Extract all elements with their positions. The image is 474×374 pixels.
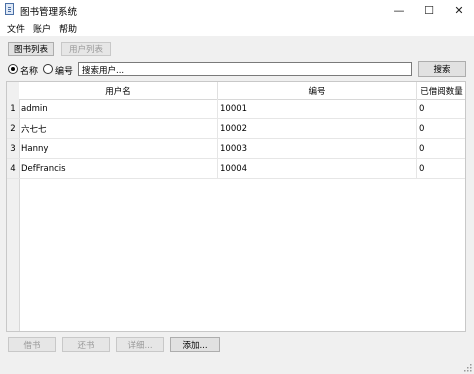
table-row[interactable]: 2 六七七 10002 0 <box>7 119 465 139</box>
column-header-username[interactable]: 用户名 <box>19 82 218 99</box>
cell-username[interactable]: 六七七 <box>19 119 218 139</box>
table-row[interactable]: 4 DefFrancis 10004 0 <box>7 159 465 179</box>
add-button[interactable]: 添加... <box>170 337 220 352</box>
row-number: 2 <box>10 124 16 134</box>
cell-id[interactable]: 10003 <box>218 139 417 159</box>
row-number: 4 <box>10 164 16 174</box>
cell-borrowed[interactable]: 0 <box>417 119 465 139</box>
tab-book-list[interactable]: 图书列表 <box>8 42 54 56</box>
user-table: 用户名 编号 已借阅数量 1 admin 10001 0 2 六七七 10002… <box>6 81 466 332</box>
tab-user-list[interactable]: 用户列表 <box>61 42 111 56</box>
search-button[interactable]: 搜索 <box>418 61 466 77</box>
close-button[interactable]: ✕ <box>444 0 474 20</box>
radio-id-label: 编号 <box>55 67 74 77</box>
row-number: 3 <box>10 144 16 154</box>
menu-bar: 文件 账户 帮助 <box>0 20 474 36</box>
menu-help[interactable]: 帮助 <box>59 22 77 35</box>
cell-borrowed[interactable]: 0 <box>417 99 465 119</box>
details-button[interactable]: 详细... <box>116 337 164 352</box>
minimize-button[interactable]: — <box>384 0 414 20</box>
cell-borrowed[interactable]: 0 <box>417 139 465 159</box>
cell-id[interactable]: 10004 <box>218 159 417 179</box>
maximize-button[interactable]: ☐ <box>414 0 444 20</box>
table-row[interactable]: 3 Hanny 10003 0 <box>7 139 465 159</box>
row-number: 1 <box>10 104 16 114</box>
cell-username[interactable]: DefFrancis <box>19 159 218 179</box>
cell-username[interactable]: Hanny <box>19 139 218 159</box>
cell-borrowed[interactable]: 0 <box>417 159 465 179</box>
radio-id[interactable] <box>43 64 53 74</box>
radio-name-label: 名称 <box>20 67 39 77</box>
column-header-borrowed[interactable]: 已借阅数量 <box>417 82 465 99</box>
resize-grip-icon[interactable] <box>464 364 472 372</box>
title-bar: 图书管理系统 — ☐ ✕ <box>0 0 474 20</box>
column-header-id[interactable]: 编号 <box>218 82 417 99</box>
cell-id[interactable]: 10002 <box>218 119 417 139</box>
return-button[interactable]: 还书 <box>62 337 110 352</box>
window-title: 图书管理系统 <box>20 7 78 18</box>
cell-username[interactable]: admin <box>19 99 218 119</box>
search-input[interactable]: 搜索用户... <box>78 62 412 76</box>
cell-id[interactable]: 10001 <box>218 99 417 119</box>
app-document-icon <box>5 3 14 15</box>
radio-name[interactable] <box>8 64 18 74</box>
borrow-button[interactable]: 借书 <box>8 337 56 352</box>
menu-account[interactable]: 账户 <box>33 22 51 35</box>
table-row[interactable]: 1 admin 10001 0 <box>7 99 465 119</box>
table-header: 用户名 编号 已借阅数量 <box>19 82 465 100</box>
menu-file[interactable]: 文件 <box>7 22 25 35</box>
